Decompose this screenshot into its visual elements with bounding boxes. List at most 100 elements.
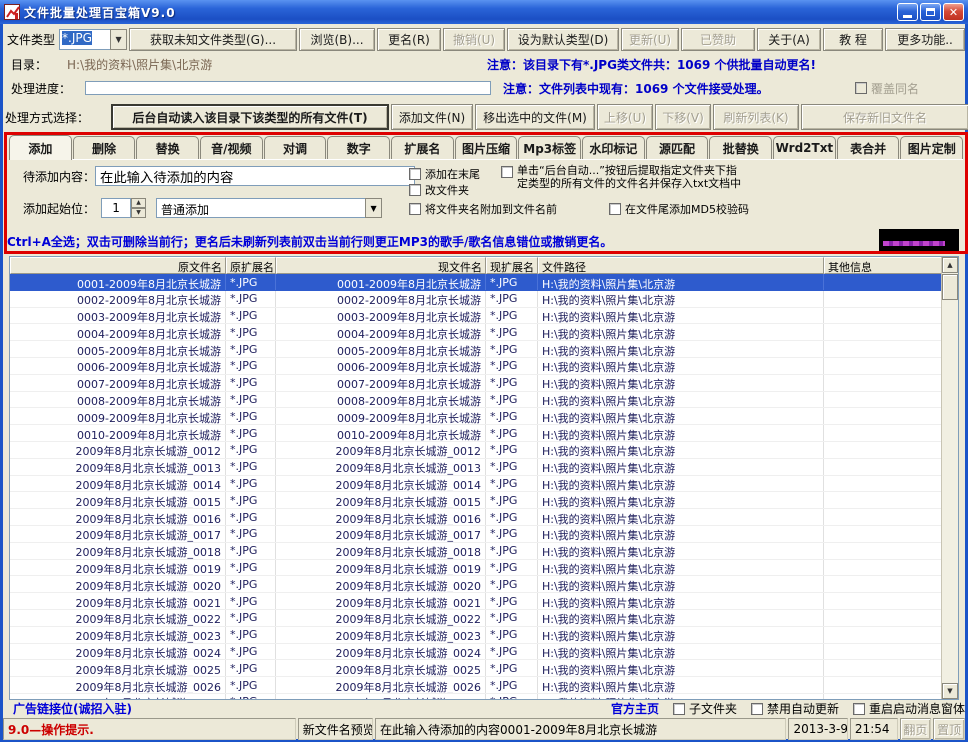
table-row[interactable]: 0003-2009年8月北京长城游*.JPG0003-2009年8月北京长城游*… [10,308,943,325]
table-row[interactable]: 0001-2009年8月北京长城游*.JPG0001-2009年8月北京长城游*… [10,274,943,291]
table-row[interactable]: 2009年8月北京长城游_0020*.JPG2009年8月北京长城游_0020*… [10,576,943,593]
toolbar-button[interactable]: 浏览(B)... [299,28,375,51]
tab-9[interactable]: Mp3标签 [518,136,581,159]
table-row[interactable]: 0008-2009年8月北京长城游*.JPG0008-2009年8月北京长城游*… [10,392,943,409]
table-row[interactable]: 2009年8月北京长城游_0025*.JPG2009年8月北京长城游_0025*… [10,660,943,677]
start-position-stepper[interactable]: 1 ▲▼ [101,198,146,218]
tab-10[interactable]: 水印标记 [582,136,645,159]
toolbar: 文件类型 *.JPG ▼ 获取未知文件类型(G)...浏览(B)...更名(R)… [7,27,965,52]
chevron-down-icon[interactable]: ▼ [110,29,127,50]
tab-3[interactable]: 替换 [136,136,199,159]
checkbox-folder-name-prefix[interactable]: 将文件夹名附加到文件名前 [409,201,557,217]
tab-12[interactable]: 批替换 [709,136,772,159]
checkbox-change-folder[interactable]: 改文件夹 [409,182,469,198]
scroll-down-icon[interactable]: ▼ [942,683,958,699]
mode-button[interactable]: 保存新旧文件名 [801,104,968,130]
table-cell: *.JPG [226,408,276,424]
file-type-combobox[interactable]: *.JPG ▼ [59,29,127,50]
table-cell: *.JPG [226,543,276,559]
checkbox-subfolder[interactable]: 子文件夹 [673,700,737,717]
tab-6[interactable]: 数字 [327,136,390,159]
official-home-link[interactable]: 官方主页 [611,700,659,717]
table-row[interactable]: 2009年8月北京长城游_0016*.JPG2009年8月北京长城游_0016*… [10,509,943,526]
toolbar-button[interactable]: 更名(R) [377,28,441,51]
toolbar-button[interactable]: 更多功能.. [885,28,965,51]
checkbox-md5-suffix[interactable]: 在文件尾添加MD5校验码 [609,201,749,217]
table-row[interactable]: 2009年8月北京长城游_0023*.JPG2009年8月北京长城游_0023*… [10,627,943,644]
tab-8[interactable]: 图片压缩 [455,136,518,159]
table-row[interactable]: 2009年8月北京长城游_0019*.JPG2009年8月北京长城游_0019*… [10,560,943,577]
tab-11[interactable]: 源匹配 [646,136,709,159]
column-header-orig-ext[interactable]: 原扩展名 [226,257,276,274]
start-position-value[interactable]: 1 [101,198,131,218]
mode-button[interactable]: 下移(V) [655,104,711,130]
ad-box[interactable] [879,229,959,251]
table-row[interactable]: 2009年8月北京长城游_0014*.JPG2009年8月北京长城游_0014*… [10,476,943,493]
add-content-input[interactable] [95,166,415,186]
table-cell: 0003-2009年8月北京长城游 [10,308,226,324]
toolbar-button[interactable]: 教 程 [823,28,883,51]
tab-5[interactable]: 对调 [264,136,327,159]
minimize-button[interactable] [897,3,918,21]
table-row[interactable]: 2009年8月北京长城游_0017*.JPG2009年8月北京长城游_0017*… [10,526,943,543]
table-row[interactable]: 0007-2009年8月北京长城游*.JPG0007-2009年8月北京长城游*… [10,375,943,392]
column-header-path[interactable]: 文件路径 [538,257,824,274]
toolbar-button[interactable]: 设为默认类型(D) [507,28,619,51]
stay-on-top-button[interactable]: 置顶 [933,718,965,740]
table-row[interactable]: 2009年8月北京长城游_0013*.JPG2009年8月北京长城游_0013*… [10,459,943,476]
mode-button[interactable]: 刷新列表(K) [713,104,799,130]
page-button[interactable]: 翻页 [900,718,932,740]
toolbar-button[interactable]: 撤销(U) [443,28,505,51]
table-row[interactable]: 0004-2009年8月北京长城游*.JPG0004-2009年8月北京长城游*… [10,324,943,341]
table-row[interactable]: 0002-2009年8月北京长城游*.JPG0002-2009年8月北京长城游*… [10,291,943,308]
mode-button[interactable]: 添加文件(N) [391,104,473,130]
column-header-orig-name[interactable]: 原文件名 [10,257,226,274]
add-mode-combobox[interactable]: 普通添加 ▼ [156,198,382,218]
table-row[interactable]: 2009年8月北京长城游_0024*.JPG2009年8月北京长城游_0024*… [10,644,943,661]
close-button[interactable]: ✕ [943,3,964,21]
checkbox-append-at-end[interactable]: 添加在末尾 [409,166,480,182]
toolbar-button[interactable]: 已赞助 [681,28,755,51]
table-row[interactable]: 2009年8月北京长城游_0012*.JPG2009年8月北京长城游_0012*… [10,442,943,459]
table-row[interactable]: 2009年8月北京长城游_0027*.JPG2009年8月北京长城游_0027*… [10,694,943,699]
tab-7[interactable]: 扩展名 [391,136,454,159]
checkbox-extract-filenames[interactable]: 单击“后台自动...”按钮后提取指定文件夹下指 定类型的所有文件的文件名并保存入… [501,164,741,190]
spin-up-icon[interactable]: ▲ [131,198,146,208]
tab-13[interactable]: Wrd2Txt [773,136,836,159]
toolbar-button[interactable]: 更新(U) [621,28,679,51]
spin-down-icon[interactable]: ▼ [131,208,146,218]
table-row[interactable]: 2009年8月北京长城游_0018*.JPG2009年8月北京长城游_0018*… [10,543,943,560]
table-cell: 2009年8月北京长城游_0025 [10,660,226,676]
scroll-up-icon[interactable]: ▲ [942,257,958,273]
ad-slot-link[interactable]: 广告链接位(诚招入驻) [13,700,132,717]
tab-2[interactable]: 删除 [73,136,136,159]
checkbox-overwrite-same-name[interactable]: 覆盖同名 [855,80,965,97]
maximize-button[interactable] [920,3,941,21]
table-row[interactable]: 2009年8月北京长城游_0022*.JPG2009年8月北京长城游_0022*… [10,610,943,627]
table-row[interactable]: 0005-2009年8月北京长城游*.JPG0005-2009年8月北京长城游*… [10,341,943,358]
mode-button[interactable]: 上移(U) [597,104,653,130]
scroll-thumb[interactable] [942,274,958,300]
column-header-other[interactable]: 其他信息 [824,257,943,274]
table-row[interactable]: 0010-2009年8月北京长城游*.JPG0010-2009年8月北京长城游*… [10,425,943,442]
table-row[interactable]: 2009年8月北京长城游_0021*.JPG2009年8月北京长城游_0021*… [10,593,943,610]
table-row[interactable]: 0006-2009年8月北京长城游*.JPG0006-2009年8月北京长城游*… [10,358,943,375]
toolbar-button[interactable]: 关于(A) [757,28,821,51]
mode-button[interactable]: 移出选中的文件(M) [475,104,595,130]
table-row[interactable]: 2009年8月北京长城游_0015*.JPG2009年8月北京长城游_0015*… [10,492,943,509]
table-row[interactable]: 2009年8月北京长城游_0026*.JPG2009年8月北京长城游_0026*… [10,677,943,694]
checkbox-disable-auto-update[interactable]: 禁用自动更新 [751,700,839,717]
title-bar[interactable]: 文件批量处理百宝箱V9.0 ✕ [0,0,968,24]
column-header-new-name[interactable]: 现文件名 [276,257,486,274]
tab-14[interactable]: 表合并 [837,136,900,159]
mode-button[interactable]: 后台自动读入该目录下该类型的所有文件(T) [111,104,389,130]
tab-4[interactable]: 音/视频 [200,136,263,159]
vertical-scrollbar[interactable]: ▲ ▼ [941,257,958,699]
tab-15[interactable]: 图片定制 [900,136,963,159]
toolbar-button[interactable]: 获取未知文件类型(G)... [129,28,297,51]
chevron-down-icon[interactable]: ▼ [365,198,382,218]
table-row[interactable]: 0009-2009年8月北京长城游*.JPG0009-2009年8月北京长城游*… [10,408,943,425]
column-header-new-ext[interactable]: 现扩展名 [486,257,538,274]
checkbox-restart-message-window[interactable]: 重启启动消息窗体 [853,700,965,717]
tab-1[interactable]: 添加 [9,135,72,160]
